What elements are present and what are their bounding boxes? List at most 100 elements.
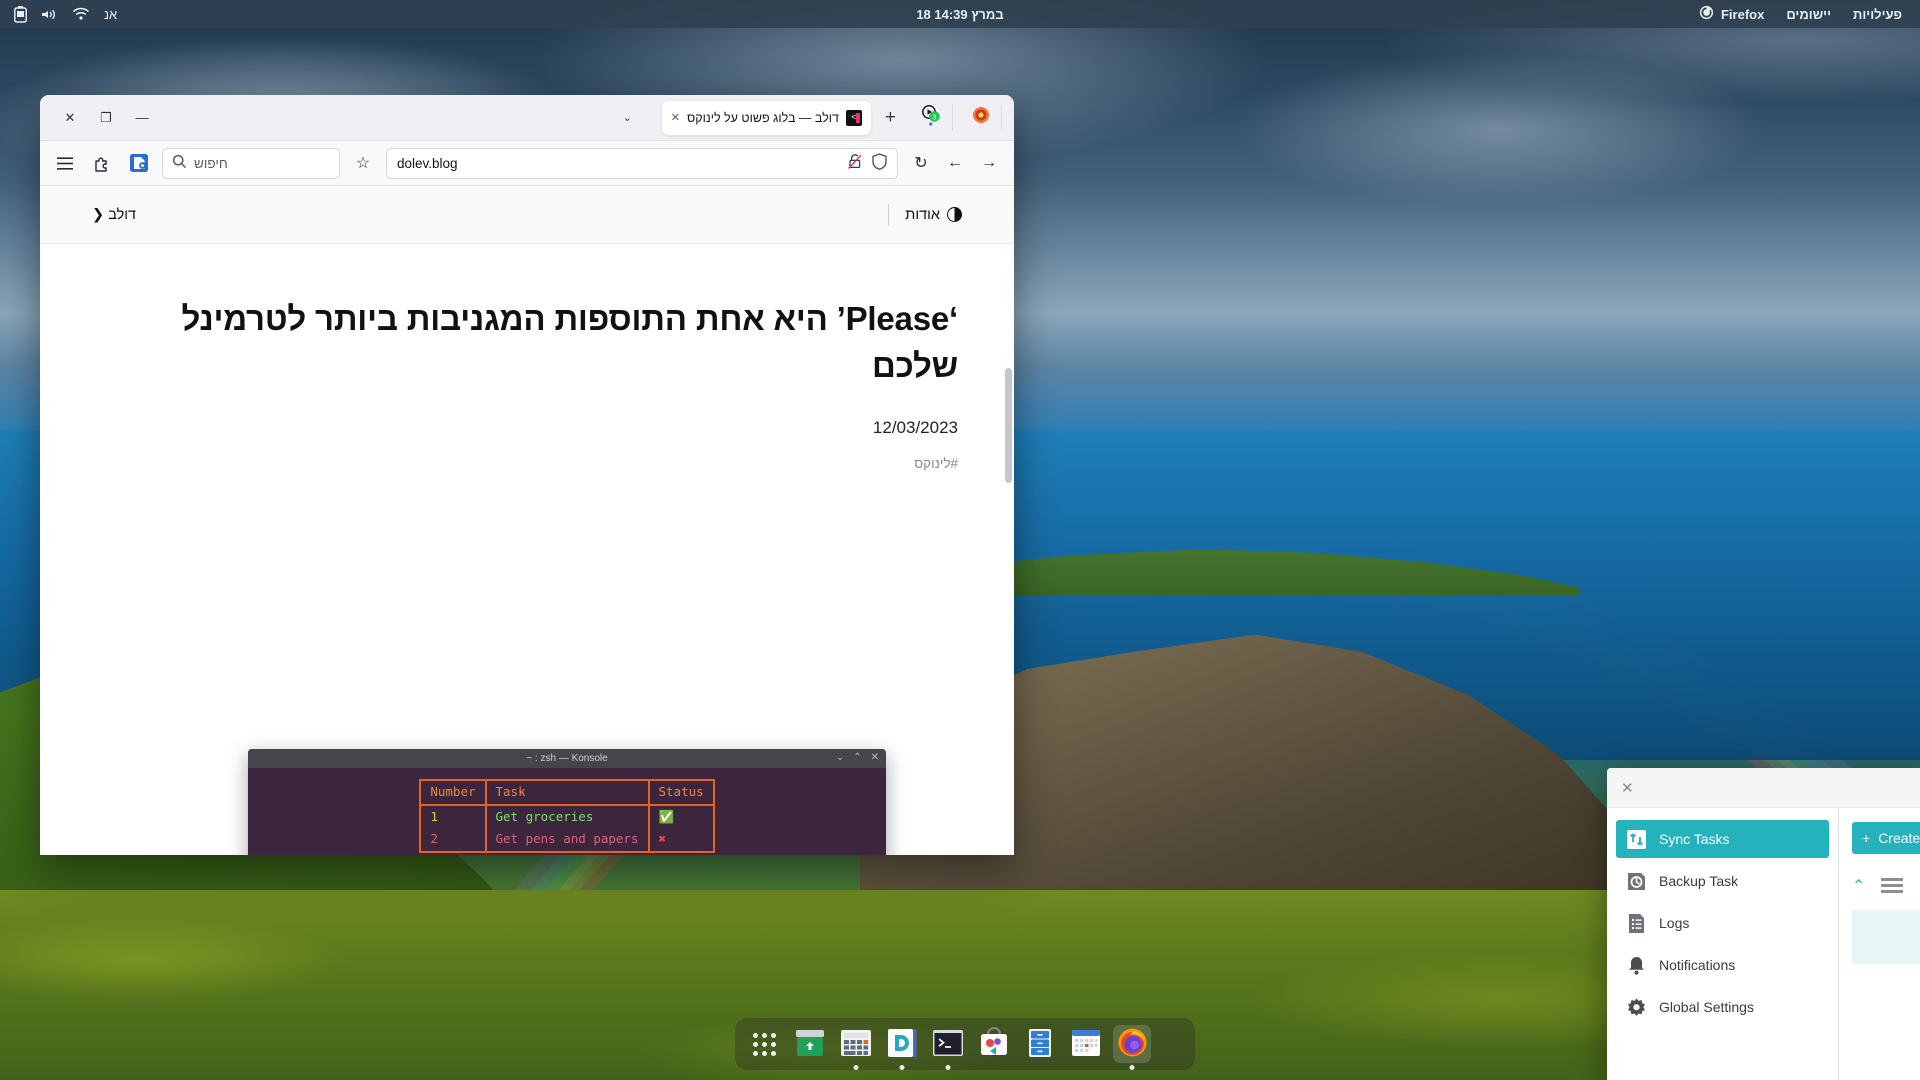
window-minimize-button[interactable]: — <box>132 108 152 128</box>
page-scrollbar[interactable] <box>1005 368 1012 483</box>
sidebar-item-notifications[interactable]: Notifications <box>1616 946 1829 984</box>
dock-item-terminal[interactable] <box>929 1025 967 1070</box>
toolbar-extra-icons <box>961 105 1002 130</box>
task-list-header-row: ⌃ <box>1852 876 1920 896</box>
extensions-puzzle-icon[interactable] <box>88 149 116 177</box>
cell-status: ✖ <box>647 828 715 853</box>
article-date: 12/03/2023 <box>872 417 958 437</box>
terminal-minimize-icon[interactable]: ⌄ <box>836 752 844 763</box>
cell-task: Get groceries <box>484 803 650 829</box>
sync-app-close-icon[interactable]: ✕ <box>1621 779 1634 797</box>
site-navigation: אודות דולב ❮ <box>40 186 1014 244</box>
firefox-small-icon <box>1699 5 1714 23</box>
active-app-menu[interactable]: Firefox <box>1699 5 1764 23</box>
col-number: Number <box>419 779 487 806</box>
clock[interactable]: 18 במרץ 14:39 <box>0 7 1920 22</box>
dock-item-software-center[interactable] <box>975 1025 1013 1063</box>
brand-chevron-icon: ❮ <box>92 206 105 223</box>
volume-icon[interactable] <box>41 7 58 22</box>
article: ‘Please’ היא אחת התוספות המגניבות ביותר … <box>40 244 1014 471</box>
address-bar[interactable]: dolev.blog <box>386 147 898 179</box>
navigation-toolbar: → ← ↻ dolev.blog ☆ חיפוש <box>40 141 1014 186</box>
browser-tab[interactable]: > דולב — בלוג פשוט על לינוקס ✕ <box>661 100 871 135</box>
recycle-bin-icon <box>793 1026 827 1063</box>
reload-button[interactable]: ↻ <box>907 149 935 177</box>
applications-button[interactable]: יישומים <box>1786 7 1831 22</box>
about-label: אודות <box>905 206 940 223</box>
terminal-screenshot: ~ : zsh — Konsole ⌄ ⌃ ✕ Number Task Stat… <box>248 749 886 855</box>
site-brand[interactable]: דולב ❮ <box>92 207 136 223</box>
create-button[interactable]: + Create <box>1852 822 1920 854</box>
collapse-chevron-icon[interactable]: ⌃ <box>1852 876 1865 896</box>
activities-button[interactable]: פעילויות <box>1853 7 1902 22</box>
article-tag[interactable]: #לינוקס <box>96 456 958 471</box>
list-all-tabs-icon[interactable]: ⌄ <box>623 111 632 124</box>
dock-item-calendar[interactable] <box>1067 1025 1105 1063</box>
window-close-button[interactable]: ✕ <box>60 108 80 128</box>
input-source-indicator[interactable]: אנ <box>104 7 117 22</box>
terminal-window-controls: ⌄ ⌃ ✕ <box>836 752 879 763</box>
dock-item-firefox[interactable] <box>1113 1025 1151 1070</box>
dock-item-trash[interactable] <box>791 1025 829 1063</box>
cell-number: 2 <box>419 828 487 853</box>
sync-pocket-icons: 3 <box>910 104 953 131</box>
bookmark-star-icon[interactable]: ☆ <box>349 149 377 177</box>
insecure-lock-icon[interactable] <box>847 153 863 173</box>
search-placeholder: חיפוש <box>194 155 228 171</box>
sidebar-item-global-settings[interactable]: Global Settings <box>1616 988 1829 1026</box>
tab-favicon: > <box>845 109 862 126</box>
sync-badge-icon[interactable]: 3 <box>920 104 942 131</box>
running-indicator <box>853 1065 859 1070</box>
search-box[interactable]: חיפוש <box>162 147 340 179</box>
terminal-body: Number Task Status 1 Get groceries ✅ 2 G… <box>248 768 886 855</box>
table-header-row: Number Task Status <box>419 779 715 806</box>
sidebar-label: Backup Task <box>1659 873 1739 889</box>
sync-app-main-panel: + Create ⌃ <box>1839 808 1920 1080</box>
tasks-table-initial: Number Task Status 1 Get groceries ✅ 2 G… <box>419 779 715 853</box>
plus-icon: + <box>1862 830 1871 846</box>
dock-item-calculator[interactable] <box>837 1025 875 1070</box>
contrast-toggle-icon[interactable] <box>947 207 962 222</box>
sync-app-sidebar: Sync Tasks Backup Task Logs Notification… <box>1607 808 1839 1080</box>
forward-button[interactable]: → <box>975 149 1003 177</box>
running-indicator <box>899 1065 905 1070</box>
sync-arrows-icon <box>1626 829 1647 850</box>
hamburger-menu-icon[interactable] <box>51 149 79 177</box>
running-indicator <box>945 1065 951 1070</box>
wifi-icon[interactable] <box>72 7 90 21</box>
sidebar-item-backup-task[interactable]: Backup Task <box>1616 862 1829 900</box>
battery-icon[interactable] <box>14 5 27 23</box>
terminal-close-icon[interactable]: ✕ <box>871 752 879 763</box>
filing-cabinet-icon <box>1023 1026 1057 1063</box>
dock <box>735 1018 1195 1070</box>
sidebar-item-logs[interactable]: Logs <box>1616 904 1829 942</box>
col-status: Status <box>647 779 715 806</box>
dock-item-file-manager[interactable] <box>1021 1025 1059 1063</box>
col-task: Task <box>484 779 650 806</box>
tracking-protection-icon[interactable] <box>872 153 887 173</box>
dock-item-show-applications[interactable] <box>745 1025 783 1063</box>
cell-task: Get pens and papers <box>484 828 650 853</box>
terminal-icon <box>931 1026 965 1063</box>
software-bag-icon <box>977 1026 1011 1063</box>
tab-close-icon[interactable]: ✕ <box>671 111 680 124</box>
window-maximize-button[interactable]: ❐ <box>96 108 116 128</box>
terminal-maximize-icon[interactable]: ⌃ <box>853 752 861 763</box>
about-link[interactable]: אודות <box>905 207 962 223</box>
document-list-icon <box>1626 913 1647 934</box>
nav-divider <box>888 203 890 226</box>
list-lines-icon <box>1881 878 1904 894</box>
new-tab-button[interactable]: + <box>875 107 906 129</box>
create-label: Create <box>1878 830 1920 846</box>
task-card[interactable] <box>1852 910 1920 964</box>
firefox-icon <box>1116 1026 1149 1062</box>
table-row: 1 Get groceries ✅ <box>419 803 715 829</box>
back-button[interactable]: ← <box>941 149 969 177</box>
sidebar-item-sync-tasks[interactable]: Sync Tasks <box>1616 820 1829 858</box>
firefox-account-icon[interactable] <box>125 149 153 177</box>
search-icon[interactable] <box>172 154 187 172</box>
cell-number: 1 <box>419 803 487 829</box>
dock-item-dolev-app[interactable] <box>883 1025 921 1070</box>
brand-label: דולב <box>108 206 137 223</box>
firefox-view-icon[interactable] <box>971 105 991 130</box>
